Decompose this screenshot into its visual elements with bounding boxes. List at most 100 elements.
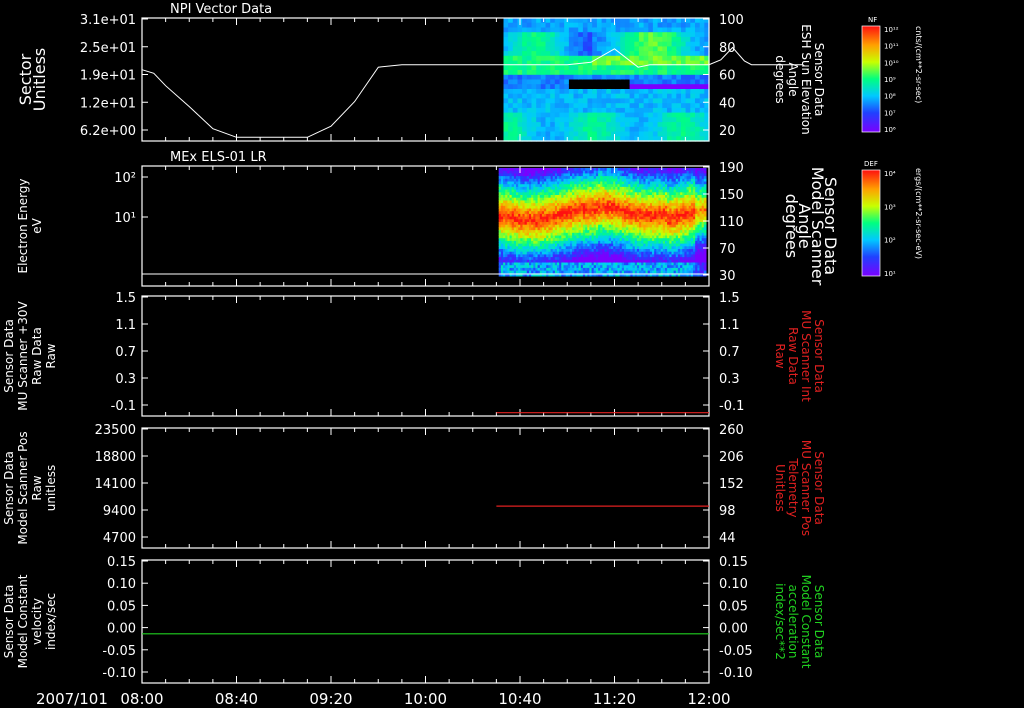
spectrogram-cell [550, 55, 556, 62]
spectrogram-cell [610, 55, 617, 62]
spectrogram-cell [573, 103, 579, 109]
spectrogram-cell [629, 117, 635, 123]
spectrogram-cell [587, 41, 593, 47]
spectrogram-cell [582, 32, 589, 38]
spectrogram-cell [606, 112, 612, 118]
spectrogram-cell [568, 41, 575, 47]
spectrogram-cell [690, 41, 696, 47]
spectrogram-cell [522, 36, 528, 43]
spectrogram-cell [652, 131, 659, 137]
spectrogram-cell [554, 51, 561, 57]
spectrogram-cell [648, 22, 654, 28]
spectrogram-cell [559, 117, 565, 123]
spectrogram-cell [662, 41, 668, 47]
spectrogram-cell [522, 84, 528, 90]
spectrogram-cell [531, 79, 537, 85]
spectrogram-cell [550, 93, 556, 99]
spectrogram-cell [667, 70, 673, 76]
spectrogram-cell [545, 22, 551, 28]
spectrogram-cell [615, 93, 621, 99]
spectrogram-cell [685, 27, 691, 33]
spectrogram-cell [685, 32, 691, 38]
spectrogram-cell [695, 18, 701, 24]
spectrogram-cell [648, 32, 654, 38]
spectrogram-cell [550, 112, 556, 118]
spectrogram-cell [638, 122, 645, 128]
spectrogram-cell [662, 70, 668, 76]
spectrogram-cell [634, 18, 640, 24]
spectrogram-cell [648, 65, 654, 71]
spectrogram-cell [606, 60, 612, 66]
spectrogram-cell [582, 117, 589, 123]
spectrogram-cell [596, 126, 603, 133]
spectrogram-cell [526, 74, 533, 81]
spectrogram-cell [657, 89, 663, 95]
spectrogram-cell [685, 131, 691, 137]
spectrogram-cell [540, 131, 547, 137]
spectrogram-cell [648, 36, 654, 43]
spectrogram-cell [657, 112, 663, 118]
spectrogram-cell [531, 89, 537, 95]
spectrogram-cell [690, 32, 696, 38]
spectrogram-cell [573, 74, 579, 81]
spectrogram-cell [601, 122, 607, 128]
spectrogram-cell [540, 74, 547, 81]
spectrogram-cell [695, 46, 701, 52]
spectrogram-cell [620, 84, 626, 90]
spectrogram-cell [681, 89, 687, 95]
spectrogram-cell [695, 79, 701, 85]
spectrogram-cell [615, 65, 621, 71]
spectrogram-cell [657, 107, 663, 114]
spectrogram-def [498, 168, 707, 277]
spectrogram-cell [615, 27, 621, 33]
spectrogram-cell [690, 93, 696, 99]
spectrogram-cell [662, 18, 668, 24]
spectrogram-cell [634, 107, 640, 114]
spectrogram-cell [699, 131, 705, 137]
spectrogram-cell [578, 112, 584, 118]
spectrogram-cell [638, 41, 645, 47]
spectrogram-cell [582, 107, 589, 114]
spectrogram-cell [517, 51, 523, 57]
spectrogram-cell [522, 27, 528, 33]
spectrogram-cell [667, 46, 673, 52]
spectrogram-cell [690, 46, 696, 52]
spectrogram-cell [592, 103, 598, 109]
spectrogram-cell [620, 93, 626, 99]
spectrogram-cell [699, 27, 705, 33]
spectrogram-cell [615, 70, 621, 76]
spectrogram-cell [522, 89, 528, 95]
spectrogram-cell [592, 84, 598, 90]
spectrogram-cell [587, 32, 593, 38]
spectrogram-cell [695, 93, 701, 99]
spectrogram-cell [681, 55, 687, 62]
spectrogram-cell [695, 107, 701, 114]
spectrogram-cell [568, 32, 575, 38]
spectrogram-cell [676, 55, 682, 62]
spectrogram-cell [638, 55, 645, 62]
spectrogram-cell [695, 70, 701, 76]
spectrogram-cell [671, 84, 677, 90]
spectrogram-cell [550, 126, 556, 133]
spectrogram-cell [620, 107, 626, 114]
spectrogram-cell [573, 36, 579, 43]
spectrogram-cell [606, 32, 612, 38]
spectrogram-cell [685, 112, 691, 118]
spectrogram-cell [681, 22, 687, 28]
spectrogram-cell [587, 65, 593, 71]
spectrogram-cell [690, 117, 696, 123]
spectrogram-cell [550, 122, 556, 128]
spectrogram-cell [634, 122, 640, 128]
spectrogram-cell [540, 93, 547, 99]
spectrogram-cell [610, 98, 617, 104]
spectrogram-cell [681, 51, 687, 57]
spectrogram-cell [540, 70, 547, 76]
spectrogram-cell [643, 36, 649, 43]
spectrogram-cell [671, 51, 677, 57]
spectrogram-cell [550, 41, 556, 47]
spectrogram-cell [643, 84, 649, 90]
spectrogram-cell [522, 74, 528, 81]
spectrogram-cell [592, 18, 598, 24]
spectrogram-cell [699, 98, 705, 104]
spectrogram-cell [643, 103, 649, 109]
